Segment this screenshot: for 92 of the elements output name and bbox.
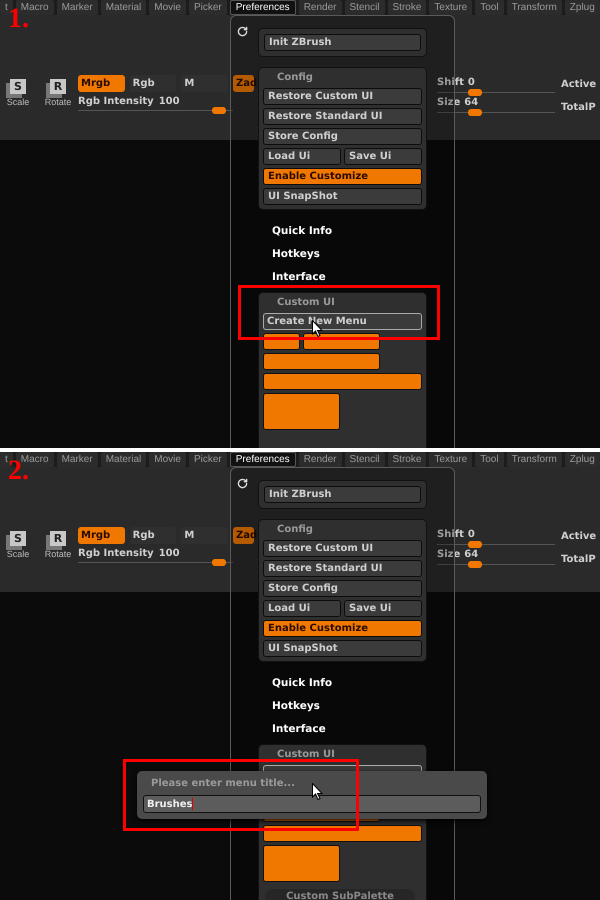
menu-tab[interactable]: Texture [429,0,472,15]
menu-tab[interactable]: Picker [188,452,227,467]
transform-tool-button[interactable]: R Rotate [42,75,74,140]
menu-tab[interactable]: Preferences [230,0,296,15]
custom-slot[interactable] [263,845,340,882]
menu-tab[interactable]: Transform [506,0,562,15]
menu-title-input[interactable]: Brushes [143,795,481,813]
menu-tab[interactable]: Stencil [344,0,385,15]
color-mode-button[interactable]: Rgb [130,527,176,544]
slider-value: 100 [158,547,180,560]
menu-tab[interactable]: Marker [56,452,98,467]
color-mode-button[interactable]: Rgb [130,75,176,92]
slider-label: Size [437,97,460,109]
slider-label: Size [437,549,460,561]
menu-tab[interactable]: Material [100,0,146,15]
palette-section[interactable]: Quick Info [258,220,427,243]
menu-tab[interactable]: Tool [475,452,504,467]
custom-slot[interactable] [263,373,422,390]
config-button[interactable]: Save Ui [344,148,422,165]
slider-handle[interactable] [468,541,482,548]
section-title: Config [276,523,314,537]
section-title: Custom UI [276,296,336,310]
transform-tool-button[interactable]: S Scale [2,75,34,140]
color-mode-button[interactable]: Mrgb [78,75,125,92]
config-button[interactable]: UI SnapShot [263,188,422,205]
cursor-icon [312,783,323,800]
palette-section[interactable]: Quick Info [258,672,427,695]
config-button[interactable]: Restore Standard UI [263,560,422,577]
palette-section[interactable]: Interface [258,718,427,741]
refresh-icon[interactable] [237,26,248,37]
menu-tab[interactable]: Tool [475,0,504,15]
slider-label: Shift [437,77,464,89]
transform-tool-button[interactable]: R Rotate [42,527,74,592]
menu-tab[interactable]: Stroke [388,452,426,467]
config-button[interactable]: Store Config [263,580,422,597]
menu-tab[interactable]: Material [100,452,146,467]
palette-section[interactable]: Interface [258,266,427,289]
slider-value: 64 [464,97,478,109]
config-button[interactable]: Enable Customize [263,168,422,185]
slider-handle[interactable] [468,109,482,116]
custom-slot[interactable] [263,393,340,430]
color-mode-button[interactable]: M [181,527,228,544]
info-label: Active [561,530,596,544]
menu-tab[interactable]: Stroke [388,0,426,15]
menu-tab[interactable]: Preferences [230,452,296,467]
section-title: Custom UI [276,748,336,762]
menu-tab[interactable]: Render [298,0,342,15]
menu-tab[interactable]: Movie [149,452,186,467]
config-button[interactable]: Save Ui [344,600,422,617]
slider-label: Rgb Intensity [78,547,154,560]
slider-value: 0 [468,529,475,541]
menu-tab[interactable]: Texture [429,452,472,467]
init-button[interactable]: Init ZBrush [264,34,421,51]
slider-value: 0 [468,77,475,89]
config-button[interactable]: Restore Custom UI [263,540,422,557]
config-button[interactable]: Enable Customize [263,620,422,637]
menu-tab[interactable]: Picker [188,0,227,15]
menu-tab[interactable]: Stencil [344,452,385,467]
palette-section[interactable]: Hotkeys [258,695,427,718]
slider-label: Shift [437,529,464,541]
slider-handle[interactable] [212,107,226,114]
menu-tab[interactable]: Render [298,452,342,467]
menu-tab[interactable]: Zplug [564,452,600,467]
dialog-prompt: Please enter menu title... [151,776,295,790]
color-mode-button[interactable]: Mrgb [78,527,125,544]
color-mode-button[interactable]: M [181,75,228,92]
menu-tab[interactable]: Marker [56,0,98,15]
slider-handle[interactable] [468,89,482,96]
config-button[interactable]: Restore Standard UI [263,108,422,125]
info-label: TotalP [561,101,596,115]
config-button[interactable]: Store Config [263,128,422,145]
init-button[interactable]: Init ZBrush [264,486,421,503]
config-button[interactable]: Restore Custom UI [263,88,422,105]
refresh-icon[interactable] [237,478,248,489]
slider-handle[interactable] [468,561,482,568]
menu-tab[interactable]: Transform [506,452,562,467]
slider-label: Rgb Intensity [78,95,154,108]
menu-tab[interactable]: Movie [149,0,186,15]
transform-tool-button[interactable]: S Scale [2,527,34,592]
slider-value: 100 [158,95,180,108]
palette-section[interactable]: Hotkeys [258,243,427,266]
slider-handle[interactable] [212,559,226,566]
config-button[interactable]: Load Ui [263,600,341,617]
config-button[interactable]: Load Ui [263,148,341,165]
custom-slot[interactable] [263,353,380,370]
subpalette-button[interactable]: Custom SubPalette [265,888,415,900]
menu-tab[interactable]: Zplug [564,0,600,15]
info-label: Active [561,78,596,92]
section-title: Config [276,71,314,85]
info-label: TotalP [561,553,596,567]
slider-value: 64 [464,549,478,561]
config-button[interactable]: UI SnapShot [263,640,422,657]
